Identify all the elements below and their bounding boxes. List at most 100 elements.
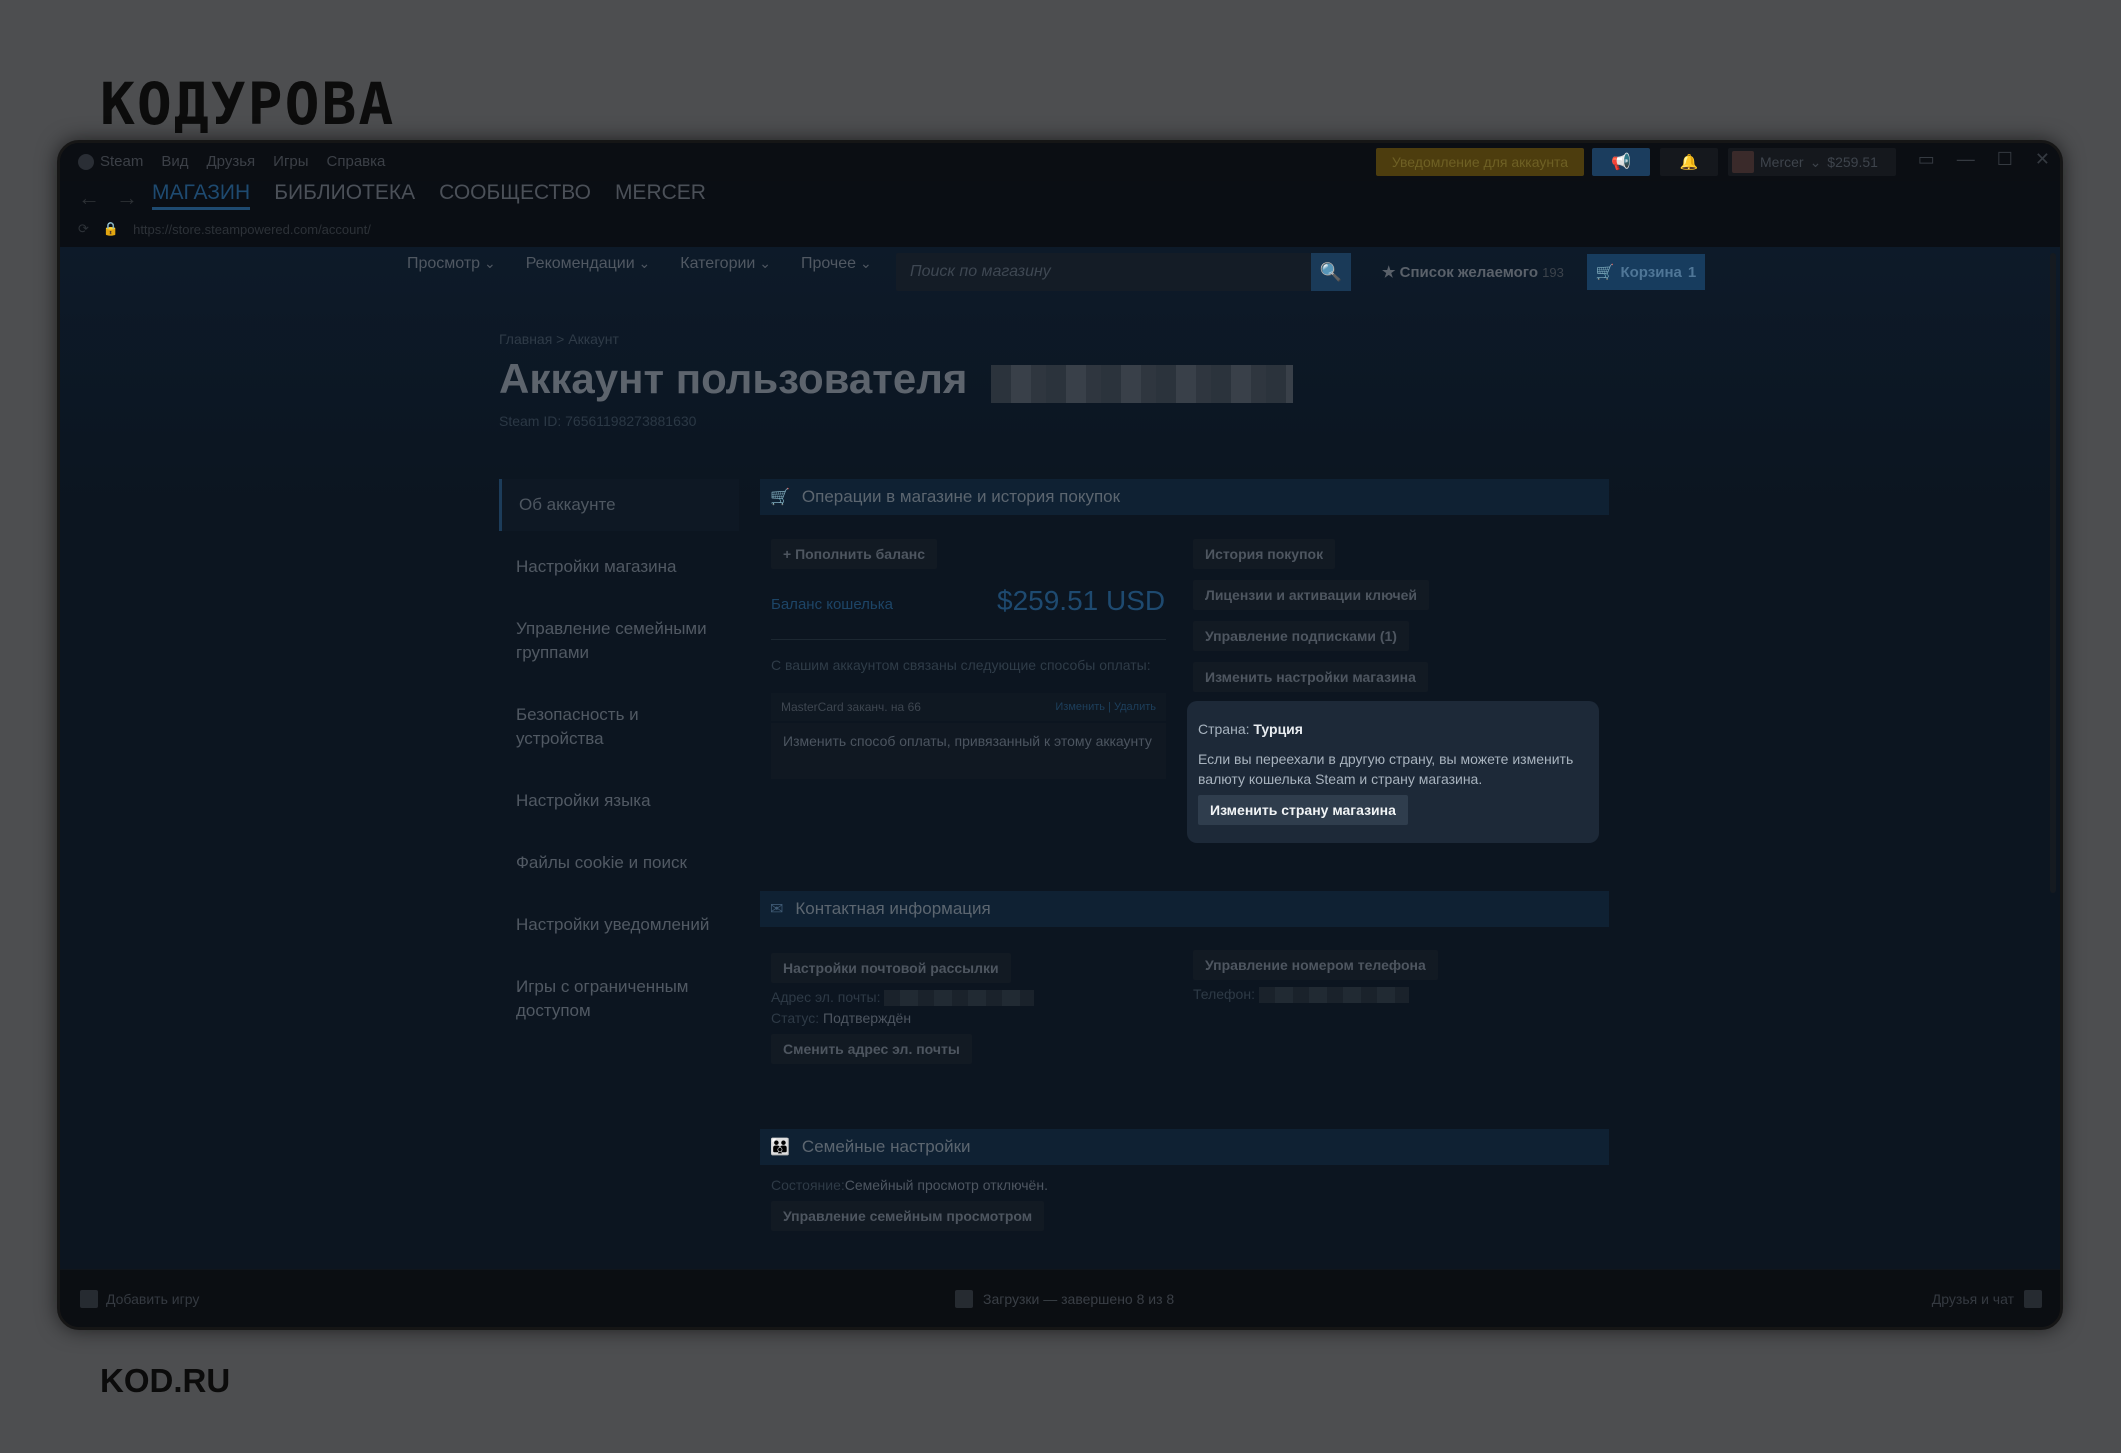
tab-library[interactable]: БИБЛИОТЕКА [274,181,415,210]
menu-friends[interactable]: Друзья [207,153,256,170]
wishlist-link[interactable]: ★ Список желаемого 193 [1382,263,1564,281]
blurred-phone [1258,987,1409,1004]
status-value: Подтверждён [823,1010,912,1027]
steam-icon [78,153,94,170]
wishlist-label: Список желаемого [1399,264,1538,281]
country-description: Если вы переехали в другую страну, вы мо… [1198,751,1574,787]
store-settings-link[interactable]: Изменить настройки магазина [1193,662,1428,692]
country-value: Турция [1253,721,1303,737]
brand-logo: KOДУРОВА [100,70,396,138]
history-arrows: ← → [78,185,138,211]
store-menu-recommendations[interactable]: Рекомендации [526,255,651,273]
family-view-button[interactable]: Управление семейным просмотром [771,1201,1045,1231]
purchase-history-link[interactable]: История покупок [1193,539,1336,569]
friends-label: Друзья и чат [1931,1291,2014,1307]
licenses-link[interactable]: Лицензии и активации ключей [1193,580,1430,610]
tab-store[interactable]: МАГАЗИН [152,181,251,210]
family-section-header: 👪 Семейные настройки [760,1129,1609,1165]
add-funds-button[interactable]: + Пополнить баланс [771,539,938,569]
friends-chat-button[interactable]: Друзья и чат [1932,1290,2042,1308]
sidebar-item-security[interactable]: Безопасность и устройства [499,689,739,765]
plus-icon [80,1290,98,1308]
menu-help[interactable]: Справка [327,153,386,170]
family-section-title: Семейные настройки [801,1137,971,1156]
downloads-status[interactable]: Загрузки — завершено 8 из 8 [955,1290,1174,1308]
nav-tabs: МАГАЗИН БИБЛИОТЕКА СООБЩЕСТВО MERCER [152,181,706,210]
sidebar-item-family-groups[interactable]: Управление семейными группами [499,603,739,679]
menu-steam[interactable]: Steam [78,153,143,170]
cart-count: 1 [1687,263,1697,281]
steam-id: Steam ID: 76561198273881630 [499,413,697,429]
payment-card-row: MasterCard заканч. на 66 Изменить | Удал… [771,693,1166,721]
wallet-balance: $259.51 USD [997,585,1166,616]
menu-games[interactable]: Игры [273,153,308,170]
sidebar-item-cookies[interactable]: Файлы cookie и поиск [499,837,739,889]
change-country-button[interactable]: Изменить страну магазина [1198,795,1408,825]
store-menu-other[interactable]: Прочее [801,255,872,273]
tab-profile[interactable]: MERCER [615,181,706,210]
user-name: Mercer [1760,154,1804,170]
store-menu-categories[interactable]: Категории [680,255,771,273]
reload-icon[interactable]: ⟳ [78,221,89,237]
store-section-title: Операции в магазине и история покупок [801,487,1121,506]
family-state: Состояние:Семейный просмотр отключён. [771,1177,1166,1193]
search-input[interactable]: Поиск по магазину [896,253,1311,291]
subscriptions-link[interactable]: Управление подписками (1) [1193,621,1409,651]
country-popup: Страна: Турция Если вы переехали в другу… [1187,701,1599,843]
breadcrumb[interactable]: Главная > Аккаунт [499,331,619,347]
sidebar-item-restricted-games[interactable]: Игры с ограниченным доступом [499,961,739,1037]
wallet-label[interactable]: Баланс кошелька [771,596,893,613]
monitor-icon[interactable]: ▭ [1918,149,1935,170]
sidebar-item-store-settings[interactable]: Настройки магазина [499,541,739,593]
store-menu-browse[interactable]: Просмотр [407,255,496,273]
payment-note: С вашим аккаунтом связаны следующие спос… [771,657,1151,673]
status-label: Статус: [771,1010,820,1027]
url-text[interactable]: https://store.steampowered.com/account/ [133,222,371,237]
card-edit-link[interactable]: Изменить [1055,701,1105,713]
blurred-username [991,365,1293,403]
add-game-button[interactable]: Добавить игру [80,1290,199,1308]
notifications-button[interactable]: 🔔 [1660,148,1718,176]
sidebar-item-about[interactable]: Об аккаунте [499,479,739,531]
forward-arrow-icon[interactable]: → [116,185,138,211]
download-icon [955,1290,973,1308]
card-text: MasterCard заканч. на 66 [781,700,921,714]
scrollbar[interactable] [2050,253,2056,893]
cart-icon: 🛒 [1595,264,1615,281]
bottom-bar: Добавить игру Загрузки — завершено 8 из … [60,1269,2060,1327]
store-menu: Просмотр Рекомендации Категории Прочее [407,255,872,273]
account-sidebar: Об аккаунте Настройки магазина Управлени… [499,479,739,1047]
announcement-button[interactable]: 📢 [1592,148,1650,176]
user-menu-button[interactable]: Mercer ⌄ $259.51 [1728,148,1896,176]
newsletter-button[interactable]: Настройки почтовой рассылки [771,953,1011,983]
store-section-header: 🛒 Операции в магазине и история покупок [760,479,1609,515]
footer-logo: KOD.RU [100,1362,231,1399]
window-controls: ▭ — ☐ ✕ [1918,149,2050,170]
country-line: Страна: Турция [1198,719,1588,739]
bell-icon: 🔔 [1679,154,1699,171]
change-payment-button[interactable]: Изменить способ оплаты, привязанный к эт… [771,723,1166,779]
sidebar-item-language[interactable]: Настройки языка [499,775,739,827]
sidebar-item-notifications[interactable]: Настройки уведомлений [499,899,739,951]
change-email-button[interactable]: Сменить адрес эл. почты [771,1034,972,1065]
close-icon[interactable]: ✕ [2035,149,2050,170]
maximize-icon[interactable]: ☐ [1997,149,2013,170]
search-button[interactable]: 🔍 [1311,253,1351,291]
country-label: Страна: [1198,721,1250,737]
minimize-icon[interactable]: — [1957,149,1975,170]
cart-button[interactable]: 🛒 Корзина 1 [1587,254,1705,290]
account-notification-button[interactable]: Уведомление для аккаунта [1376,148,1584,176]
store-links: История покупок Лицензии и активации клю… [1193,539,1598,692]
back-arrow-icon[interactable]: ← [78,185,100,211]
phone-button[interactable]: Управление номером телефона [1193,950,1438,980]
card-delete-link[interactable]: Удалить [1114,701,1156,713]
cart-label: Корзина [1620,263,1682,281]
main-nav: ← → МАГАЗИН БИБЛИОТЕКА СООБЩЕСТВО MERCER [60,181,2060,215]
tab-community[interactable]: СООБЩЕСТВО [439,181,591,210]
envelope-icon: ✉ [770,901,784,918]
add-funds-row: + Пополнить баланс [771,539,1166,569]
menu-view[interactable]: Вид [161,153,188,170]
phone-field: Телефон: [1193,986,1598,1004]
user-balance: $259.51 [1827,154,1878,170]
cart-icon: 🛒 [770,489,790,506]
